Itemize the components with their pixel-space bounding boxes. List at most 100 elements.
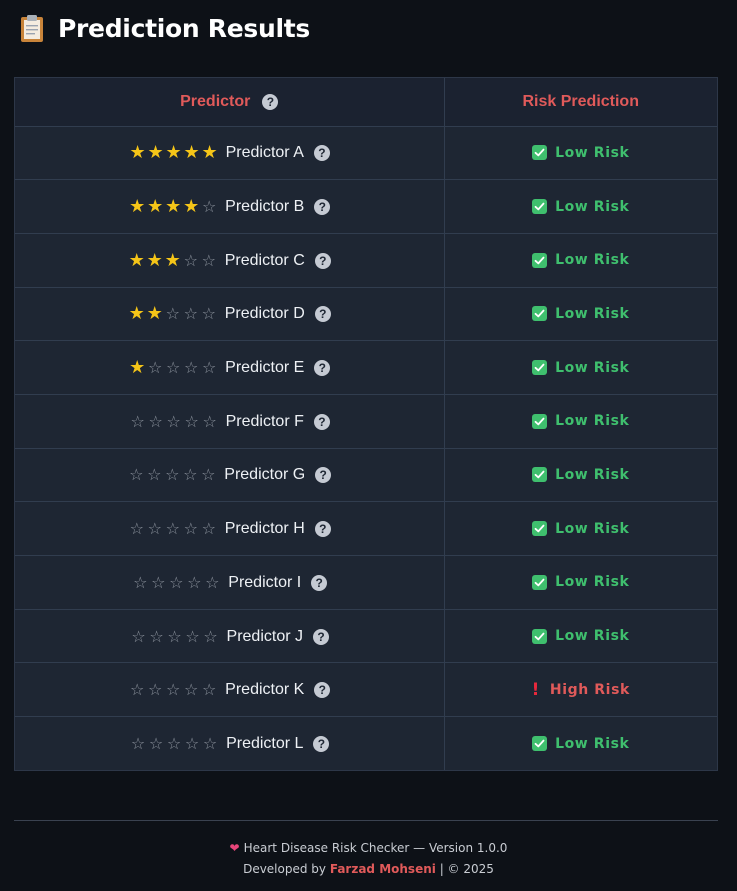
star-empty-icon: ☆ xyxy=(202,197,217,217)
predictor-cell-content: ☆ ☆ ☆ ☆ ☆ Predictor H? xyxy=(128,520,331,538)
table-row: ★ ★ ★ ★ ☆ Predictor B? Low Risk xyxy=(15,179,717,234)
help-icon[interactable]: ? xyxy=(314,306,331,323)
star-empty-icon: ☆ xyxy=(130,680,145,700)
predictor-name: Predictor K xyxy=(225,681,305,699)
predictor-cell: ☆ ☆ ☆ ☆ ☆ Predictor F? xyxy=(15,394,445,449)
star-filled-icon: ★ xyxy=(129,196,146,218)
checkmark-icon xyxy=(532,252,548,268)
predictor-cell: ★ ★ ★ ★ ☆ Predictor B? xyxy=(15,179,445,234)
star-empty-icon: ☆ xyxy=(202,411,217,431)
star-rating: ★ ★ ★ ★ ★ xyxy=(129,144,219,162)
star-empty-icon: ☆ xyxy=(133,572,148,592)
predictor-name: Predictor A xyxy=(225,144,304,162)
help-icon[interactable]: ? xyxy=(313,145,330,162)
help-icon[interactable]: ? xyxy=(313,736,330,753)
star-empty-icon: ☆ xyxy=(151,572,166,592)
risk-label: Low Risk xyxy=(555,628,630,645)
predictor-cell-content: ☆ ☆ ☆ ☆ ☆ Predictor J? xyxy=(130,626,329,646)
star-empty-icon: ☆ xyxy=(131,626,146,646)
star-rating: ★ ★ ★ ☆ ☆ xyxy=(128,249,218,271)
predictor-name: Predictor E xyxy=(225,359,305,377)
risk-label: Low Risk xyxy=(555,252,630,269)
star-filled-icon: ★ xyxy=(146,303,163,325)
risk-cell: ! High Risk xyxy=(444,662,717,718)
footer-line-1: ❤ Heart Disease Risk Checker — Version 1.… xyxy=(0,838,737,859)
star-empty-icon: ☆ xyxy=(166,411,181,431)
help-icon[interactable]: ? xyxy=(262,93,279,110)
star-filled-icon: ★ xyxy=(183,142,200,164)
predictor-header-label: Predictor xyxy=(180,92,251,110)
author-name: Farzad Mohseni xyxy=(329,862,436,876)
checkmark-icon xyxy=(532,413,548,429)
heart-icon: ❤ xyxy=(229,841,240,855)
risk-label: Low Risk xyxy=(555,574,630,591)
predictor-cell: ★ ★ ★ ☆ ☆ Predictor C? xyxy=(15,233,445,288)
help-icon[interactable]: ? xyxy=(314,252,331,269)
star-rating: ☆ ☆ ☆ ☆ ☆ xyxy=(128,520,218,538)
help-icon[interactable]: ? xyxy=(314,682,331,699)
table-row: ☆ ☆ ☆ ☆ ☆ Predictor G? Low Risk xyxy=(15,448,717,503)
checkmark-icon xyxy=(532,306,548,322)
results-table: Predictor ? Risk Prediction ★ ★ ★ ★ ★ Predict… xyxy=(14,77,718,772)
predictor-cell-content: ☆ ☆ ☆ ☆ ☆ Predictor K? xyxy=(128,680,331,700)
predictor-cell-content: ☆ ☆ ☆ ☆ ☆ Predictor F? xyxy=(129,411,330,431)
star-rating: ☆ ☆ ☆ ☆ ☆ xyxy=(130,626,220,646)
predictor-cell-content: ★ ★ ★ ☆ ☆ Predictor C? xyxy=(128,249,331,271)
risk-cell: Low Risk xyxy=(444,501,717,556)
star-rating: ★ ★ ☆ ☆ ☆ xyxy=(128,305,218,323)
star-empty-icon: ☆ xyxy=(167,626,182,646)
risk-cell: Low Risk xyxy=(444,448,717,503)
star-empty-icon: ☆ xyxy=(201,250,216,270)
star-empty-icon: ☆ xyxy=(130,411,145,431)
star-filled-icon: ★ xyxy=(128,303,145,325)
star-rating: ★ ☆ ☆ ☆ ☆ xyxy=(128,359,218,377)
star-empty-icon: ☆ xyxy=(130,734,146,754)
table-row: ☆ ☆ ☆ ☆ ☆ Predictor J? Low Risk xyxy=(15,609,717,664)
predictor-cell-content: ☆ ☆ ☆ ☆ ☆ Predictor L? xyxy=(129,734,330,754)
risk-label: Low Risk xyxy=(555,144,630,161)
risk-cell: Low Risk xyxy=(444,555,717,610)
checkmark-icon xyxy=(532,467,548,483)
risk-badge: Low Risk xyxy=(532,413,629,429)
star-filled-icon: ★ xyxy=(164,249,181,271)
risk-label: Low Risk xyxy=(555,735,630,752)
predictor-cell: ★ ★ ☆ ☆ ☆ Predictor D? xyxy=(15,287,445,342)
table-row: ☆ ☆ ☆ ☆ ☆ Predictor I? Low Risk xyxy=(15,555,717,610)
risk-column-header: Risk Prediction xyxy=(444,78,717,127)
star-rating: ☆ ☆ ☆ ☆ ☆ xyxy=(127,466,217,484)
star-empty-icon: ☆ xyxy=(166,358,181,378)
star-empty-icon: ☆ xyxy=(201,519,216,539)
table-row: ★ ★ ☆ ☆ ☆ Predictor D? Low Risk xyxy=(15,287,717,342)
help-icon[interactable]: ? xyxy=(313,413,330,430)
predictor-name: Predictor F xyxy=(225,412,304,430)
predictor-cell-content: ☆ ☆ ☆ ☆ ☆ Predictor I? xyxy=(131,572,328,592)
predictor-name: Predictor G xyxy=(224,466,306,484)
checkmark-icon xyxy=(532,628,548,644)
star-empty-icon: ☆ xyxy=(201,465,216,485)
star-empty-icon: ☆ xyxy=(129,519,144,539)
predictor-cell-content: ★ ★ ★ ★ ★ Predictor A? xyxy=(129,144,330,162)
predictor-cell-content: ★ ★ ☆ ☆ ☆ Predictor D? xyxy=(128,305,331,323)
predictor-cell: ☆ ☆ ☆ ☆ ☆ Predictor J? xyxy=(15,609,445,664)
help-icon[interactable]: ? xyxy=(314,199,331,216)
risk-badge: Low Risk xyxy=(532,199,629,215)
risk-badge: ! High Risk xyxy=(532,680,630,700)
help-icon[interactable]: ? xyxy=(311,574,328,591)
exclamation-icon: ! xyxy=(531,679,540,700)
risk-badge: Low Risk xyxy=(532,360,629,376)
risk-cell: Low Risk xyxy=(444,233,717,288)
help-icon[interactable]: ? xyxy=(312,628,329,645)
risk-label: Low Risk xyxy=(555,198,630,215)
help-icon[interactable]: ? xyxy=(314,521,331,538)
table-row: ★ ★ ★ ★ ★ Predictor A? Low Risk xyxy=(15,126,717,181)
star-filled-icon: ★ xyxy=(165,196,182,218)
predictor-cell: ☆ ☆ ☆ ☆ ☆ Predictor G? xyxy=(15,448,445,503)
star-empty-icon: ☆ xyxy=(203,626,218,646)
star-empty-icon: ☆ xyxy=(187,572,202,592)
star-empty-icon: ☆ xyxy=(184,358,199,378)
predictor-name: Predictor H xyxy=(224,520,305,538)
help-icon[interactable]: ? xyxy=(314,360,331,377)
risk-cell: Low Risk xyxy=(444,179,717,234)
help-icon[interactable]: ? xyxy=(315,467,332,484)
table-row: ☆ ☆ ☆ ☆ ☆ Predictor H? Low Risk xyxy=(15,501,717,556)
